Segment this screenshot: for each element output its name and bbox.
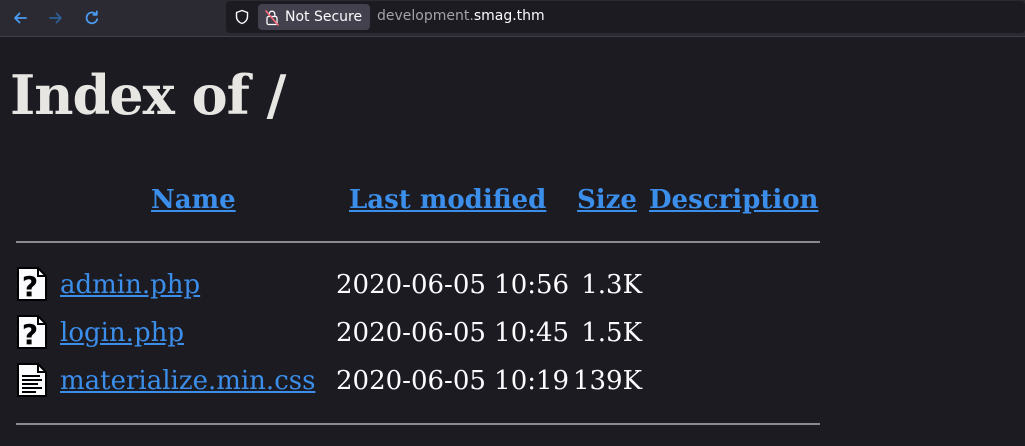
arrow-left-icon [14, 12, 27, 24]
file-size: 1.3K [581, 270, 642, 300]
address-bar[interactable]: Not Secure development.smag.thm [226, 1, 1025, 33]
column-header-name[interactable]: Name [151, 182, 236, 218]
unknown-file-icon: ? [17, 315, 47, 349]
insecure-lock-icon [265, 9, 279, 26]
file-link-login-php[interactable]: login.php [60, 316, 184, 350]
page-title: Index of / [10, 63, 286, 127]
browser-toolbar: Not Secure development.smag.thm [0, 0, 1025, 37]
svg-text:?: ? [22, 318, 38, 349]
column-header-description[interactable]: Description [649, 182, 818, 218]
security-label: Not Secure [285, 9, 363, 25]
column-header-size[interactable]: Size [577, 182, 637, 218]
footer-divider [16, 423, 820, 425]
url-domain: smag.thm [473, 8, 545, 24]
url-subdomain: development. [377, 8, 474, 24]
page-content: Index of / Name Last modified Size Descr… [0, 38, 1025, 446]
file-date: 2020-06-05 10:19 [336, 366, 570, 396]
arrow-right-icon [49, 12, 62, 24]
header-divider [16, 241, 820, 243]
unknown-file-icon: ? [17, 267, 47, 301]
file-date: 2020-06-05 10:56 [336, 270, 570, 300]
security-indicator[interactable]: Not Secure [258, 4, 371, 30]
svg-text:?: ? [22, 270, 38, 301]
reload-icon [85, 10, 99, 25]
file-link-materialize-min-css[interactable]: materialize.min.css [60, 364, 315, 398]
text-file-icon [17, 363, 47, 397]
forward-button[interactable] [45, 7, 67, 29]
back-button[interactable] [9, 7, 31, 29]
file-size: 139K [572, 366, 642, 396]
reload-button[interactable] [81, 7, 103, 29]
file-size: 1.5K [581, 318, 642, 348]
file-date: 2020-06-05 10:45 [336, 318, 570, 348]
file-link-admin-php[interactable]: admin.php [60, 268, 200, 302]
url-text[interactable]: development.smag.thm [377, 8, 545, 24]
column-header-last-modified[interactable]: Last modified [349, 182, 546, 218]
shield-icon[interactable] [234, 9, 250, 25]
